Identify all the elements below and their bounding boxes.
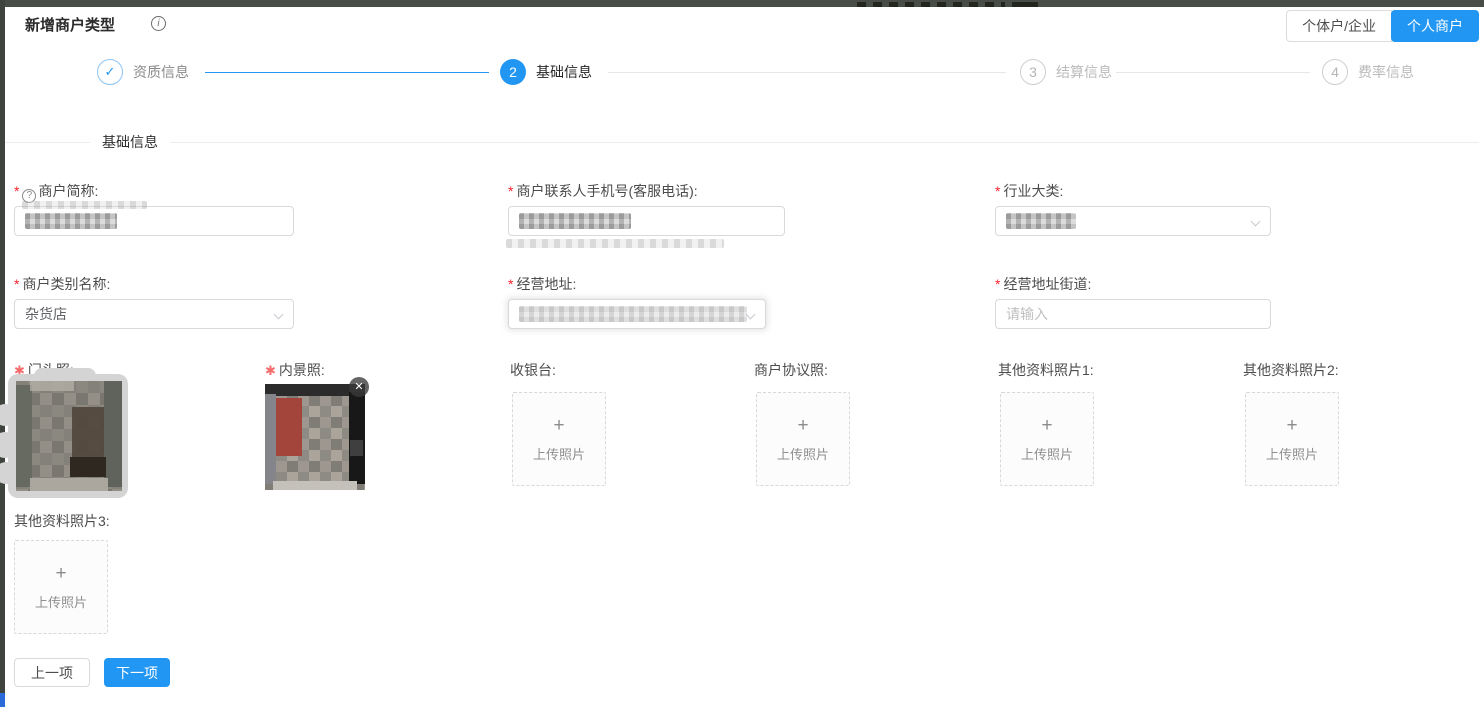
redacted-value xyxy=(1006,213,1076,229)
clipped-background-text xyxy=(857,2,1005,7)
other-photo1-label: 其他资料照片1: xyxy=(998,360,1094,380)
step-number: 2 xyxy=(500,59,526,85)
step-connector xyxy=(1116,72,1310,73)
plus-icon: + xyxy=(1286,416,1297,435)
upload-text: 上传照片 xyxy=(777,444,829,463)
agreement-upload-box[interactable]: + 上传照片 xyxy=(756,392,850,486)
redaction-smudge xyxy=(506,239,724,248)
step-connector xyxy=(608,72,1006,73)
step-label: 结算信息 xyxy=(1056,62,1112,82)
other-photo2-label: 其他资料照片2: xyxy=(1243,360,1339,380)
tab-personal-merchant[interactable]: 个人商户 xyxy=(1391,10,1479,42)
background-top-strip xyxy=(0,0,1484,7)
page-title: 新增商户类型 xyxy=(25,14,115,35)
merchant-category-select[interactable]: 杂货店 xyxy=(14,299,294,329)
step-settlement-info: 3 结算信息 xyxy=(1020,59,1112,85)
cashier-upload-box[interactable]: + 上传照片 xyxy=(512,392,606,486)
other-photo3-upload-box[interactable]: + 上传照片 xyxy=(14,540,108,634)
contact-phone-input[interactable] xyxy=(508,206,785,236)
step-label: 基础信息 xyxy=(536,62,592,82)
chevron-down-icon xyxy=(274,310,284,320)
close-icon[interactable]: ✕ xyxy=(349,377,369,397)
door-photo-image[interactable] xyxy=(16,381,122,491)
business-address-label: *经营地址: xyxy=(508,274,576,294)
merchant-type-toggle: 个体户/企业 个人商户 xyxy=(1286,10,1479,42)
plus-icon: + xyxy=(55,564,66,583)
business-street-field xyxy=(995,299,1271,329)
info-icon[interactable]: i xyxy=(151,16,166,31)
next-button[interactable]: 下一项 xyxy=(104,658,170,687)
merchant-category-label: *商户类别名称: xyxy=(14,274,110,294)
merchant-short-name-input[interactable] xyxy=(14,206,294,236)
upload-text: 上传照片 xyxy=(533,444,585,463)
redacted-value xyxy=(25,213,117,229)
step-number: 4 xyxy=(1322,59,1348,85)
interior-photo-image[interactable] xyxy=(265,384,365,490)
required-mark: ✱ xyxy=(265,363,276,378)
required-mark: * xyxy=(995,183,1000,199)
required-mark: * xyxy=(14,183,19,199)
contact-phone-label: *商户联系人手机号(客服电话): xyxy=(508,181,698,201)
step-connector xyxy=(205,72,489,73)
upload-text: 上传照片 xyxy=(1021,444,1073,463)
chevron-down-icon xyxy=(1251,217,1261,227)
required-mark: * xyxy=(508,276,513,292)
industry-category-label: *行业大类: xyxy=(995,181,1063,201)
background-left-strip-accent xyxy=(0,693,5,707)
upload-text: 上传照片 xyxy=(1266,444,1318,463)
background-left-strip xyxy=(0,0,5,707)
business-address-select[interactable] xyxy=(508,299,766,329)
business-street-input[interactable] xyxy=(1006,306,1260,322)
upload-text: 上传照片 xyxy=(35,592,87,611)
cashier-photo-label: 收银台: xyxy=(510,360,556,380)
step-label: 费率信息 xyxy=(1358,62,1414,82)
plus-icon: + xyxy=(1041,416,1052,435)
required-mark: * xyxy=(995,276,1000,292)
redaction-smudge xyxy=(22,201,147,209)
section-title: 基础信息 xyxy=(102,132,158,152)
step-label: 资质信息 xyxy=(133,62,189,82)
business-street-label: *经营地址街道: xyxy=(995,274,1091,294)
tab-individual-enterprise[interactable]: 个体户/企业 xyxy=(1286,10,1392,42)
required-mark: * xyxy=(14,276,19,292)
merchant-form-page: 新增商户类型 i 个体户/企业 个人商户 ✓ 资质信息 2 基础信息 3 结算信… xyxy=(0,0,1484,707)
previous-button[interactable]: 上一项 xyxy=(14,658,90,687)
required-mark: * xyxy=(508,183,513,199)
step-qualification: ✓ 资质信息 xyxy=(97,59,189,85)
interior-photo-label: ✱内景照: xyxy=(265,360,325,380)
check-icon: ✓ xyxy=(97,59,123,85)
other-photo3-label: 其他资料照片3: xyxy=(14,511,110,531)
redacted-value xyxy=(519,213,631,229)
industry-category-select[interactable] xyxy=(995,206,1271,236)
redacted-value xyxy=(519,306,747,322)
chevron-down-icon xyxy=(746,310,756,320)
plus-icon: + xyxy=(797,416,808,435)
step-basic-info: 2 基础信息 xyxy=(500,59,592,85)
other-photo2-upload-box[interactable]: + 上传照片 xyxy=(1245,392,1339,486)
plus-icon: + xyxy=(553,416,564,435)
other-photo1-upload-box[interactable]: + 上传照片 xyxy=(1000,392,1094,486)
agreement-photo-label: 商户协议照: xyxy=(754,360,828,380)
clipped-background-text xyxy=(1012,2,1038,7)
selected-value: 杂货店 xyxy=(25,304,67,324)
step-number: 3 xyxy=(1020,59,1046,85)
step-rate-info: 4 费率信息 xyxy=(1322,59,1414,85)
merchant-short-name-label: *?商户简称: xyxy=(14,181,98,203)
section-divider-basic-info: 基础信息 xyxy=(5,132,1479,152)
